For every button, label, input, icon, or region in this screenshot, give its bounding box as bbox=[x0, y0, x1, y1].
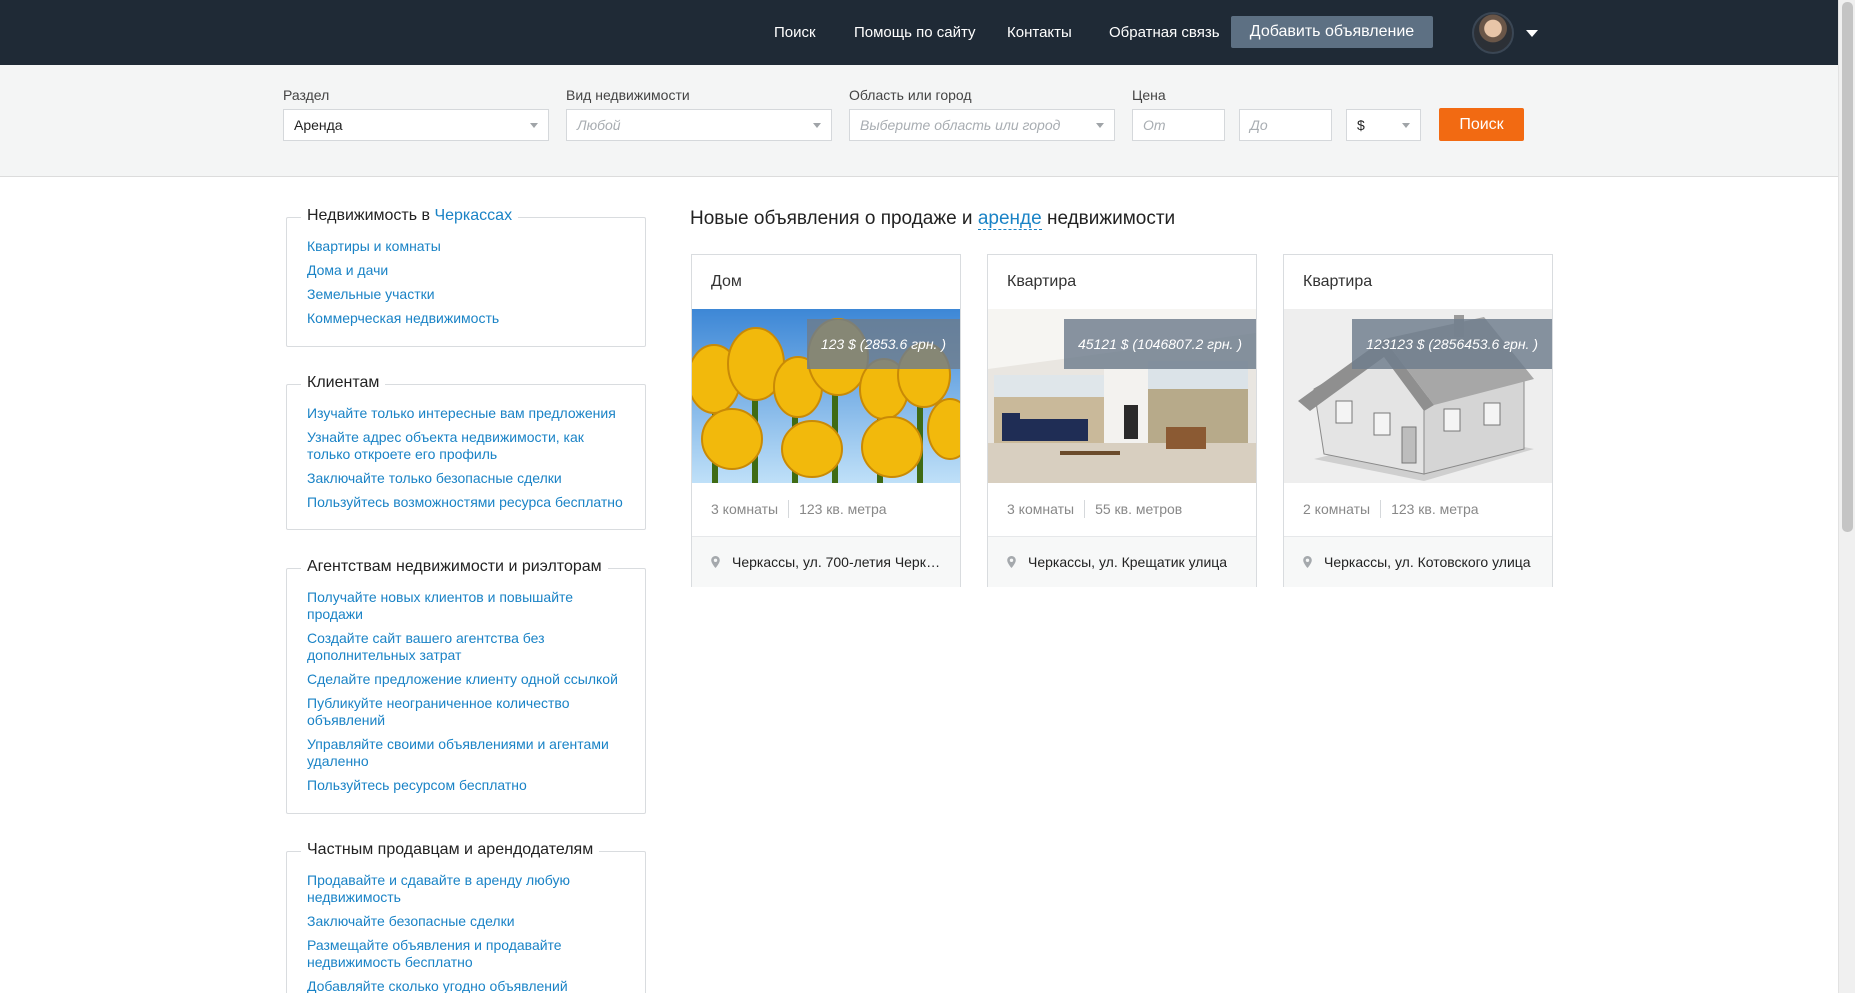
nav-link-help[interactable]: Помощь по сайту bbox=[854, 24, 976, 41]
region-select-placeholder: Выберите область или город bbox=[860, 117, 1061, 133]
location-pin-icon bbox=[1303, 556, 1312, 568]
sidebar-realty-box: Недвижимость в Черкассах Квартиры и комн… bbox=[286, 207, 646, 347]
sidebar-agencies-title: Агентствам недвижимости и риэлторам bbox=[301, 558, 608, 576]
scrollbar[interactable] bbox=[1838, 0, 1855, 993]
listing-area: 55 кв. метров bbox=[1095, 501, 1183, 517]
sidebar-item-agencies-4[interactable]: Публикуйте неограниченное количество объ… bbox=[307, 695, 625, 729]
listing-price: 123123 $ (2856453.6 грн. ) bbox=[1352, 319, 1552, 369]
chevron-down-icon bbox=[1096, 123, 1104, 128]
currency-select[interactable]: $ bbox=[1346, 109, 1421, 141]
listing-card[interactable]: Квартира 45121 $ (1046807.2 грн. ) 3 ком… bbox=[987, 254, 1257, 587]
sidebar-realty-title: Недвижимость в Черкассах bbox=[301, 207, 519, 225]
price-to-input[interactable]: До bbox=[1239, 109, 1332, 141]
location-pin-icon bbox=[1007, 556, 1016, 568]
currency-select-value: $ bbox=[1357, 117, 1365, 133]
listing-stats: 3 комнаты 55 кв. метров bbox=[1007, 500, 1182, 518]
section-label: Раздел bbox=[283, 87, 330, 103]
section-select[interactable]: Аренда bbox=[283, 109, 549, 141]
sidebar-item-agencies-3[interactable]: Сделайте предложение клиенту одной ссылк… bbox=[307, 671, 625, 688]
sidebar-item-private-2[interactable]: Заключайте безопасные сделки bbox=[307, 913, 625, 930]
sidebar-item-clients-1[interactable]: Изучайте только интересные вам предложен… bbox=[307, 405, 625, 422]
search-bar: Раздел Аренда Вид недвижимости Любой Обл… bbox=[0, 65, 1838, 177]
listing-address: Черкассы, ул. 700-летия Черкассы bbox=[732, 554, 942, 570]
listing-price: 123 $ (2853.6 грн. ) bbox=[806, 319, 960, 369]
sidebar-item-houses[interactable]: Дома и дачи bbox=[307, 262, 625, 279]
sidebar-private-title: Частным продавцам и арендодателям bbox=[301, 841, 600, 859]
sidebar-item-private-4[interactable]: Добавляйте сколько угодно объявлений bbox=[307, 978, 625, 993]
page-title-prefix: Новые объявления о продаже и bbox=[690, 208, 978, 229]
sidebar-item-private-3[interactable]: Размещайте объявления и продавайте недви… bbox=[307, 937, 625, 971]
listing-price: 45121 $ (1046807.2 грн. ) bbox=[1063, 319, 1256, 369]
add-listing-button[interactable]: Добавить объявление bbox=[1231, 16, 1433, 48]
nav-link-search[interactable]: Поиск bbox=[774, 24, 816, 41]
chevron-down-icon bbox=[530, 123, 538, 128]
listing-area: 123 кв. метра bbox=[799, 501, 887, 517]
sidebar-realty-title-prefix: Недвижимость в bbox=[307, 207, 435, 224]
sidebar-item-clients-3[interactable]: Заключайте только безопасные сделки bbox=[307, 470, 625, 487]
listing-address: Черкассы, ул. Крещатик улица bbox=[1028, 554, 1228, 570]
sidebar-item-apartments[interactable]: Квартиры и комнаты bbox=[307, 238, 625, 255]
chevron-down-icon bbox=[813, 123, 821, 128]
city-link[interactable]: Черкассах bbox=[434, 207, 512, 224]
divider bbox=[1084, 500, 1086, 518]
chevron-down-icon bbox=[1402, 123, 1410, 128]
sidebar-item-clients-4[interactable]: Пользуйтесь возможностями ресурса беспла… bbox=[307, 494, 625, 511]
type-label: Вид недвижимости bbox=[566, 87, 690, 103]
sidebar-item-clients-2[interactable]: Узнайте адрес объекта недвижимости, как … bbox=[307, 429, 625, 463]
sidebar-item-agencies-1[interactable]: Получайте новых клиентов и повышайте про… bbox=[307, 589, 625, 623]
listing-photo[interactable]: 45121 $ (1046807.2 грн. ) bbox=[988, 309, 1256, 483]
sidebar-item-agencies-5[interactable]: Управляйте своими объявлениями и агентам… bbox=[307, 736, 625, 770]
listing-address: Черкассы, ул. Котовского улица bbox=[1324, 554, 1531, 570]
top-navbar: Поиск Помощь по сайту Контакты Обратная … bbox=[0, 0, 1838, 65]
listing-stats: 2 комнаты 123 кв. метра bbox=[1303, 500, 1479, 518]
rent-link[interactable]: аренде bbox=[977, 208, 1042, 230]
price-from-input[interactable]: От bbox=[1132, 109, 1225, 141]
listing-title: Дом bbox=[711, 273, 742, 290]
sidebar-clients-box: Клиентам Изучайте только интересные вам … bbox=[286, 374, 646, 530]
divider bbox=[1380, 500, 1382, 518]
listing-rooms: 3 комнаты bbox=[711, 501, 779, 517]
listing-rooms: 3 комнаты bbox=[1007, 501, 1075, 517]
listing-photo[interactable]: 123 $ (2853.6 грн. ) bbox=[692, 309, 960, 483]
type-select[interactable]: Любой bbox=[566, 109, 832, 141]
chevron-down-icon[interactable] bbox=[1526, 30, 1538, 37]
nav-link-contacts[interactable]: Контакты bbox=[1007, 24, 1072, 41]
listing-stats: 3 комнаты 123 кв. метра bbox=[711, 500, 887, 518]
divider bbox=[788, 500, 790, 518]
listing-address-bar: Черкассы, ул. 700-летия Черкассы bbox=[692, 536, 960, 587]
sidebar-agencies-box: Агентствам недвижимости и риэлторам Полу… bbox=[286, 558, 646, 814]
search-button[interactable]: Поиск bbox=[1439, 108, 1524, 141]
listing-card[interactable]: Дом 123 $ (2853.6 грн. ) 3 комнаты 123 к… bbox=[691, 254, 961, 587]
listing-area: 123 кв. метра bbox=[1391, 501, 1479, 517]
listing-card[interactable]: Квартира 123123 $ (2856453.6 грн. ) 2 ко… bbox=[1283, 254, 1553, 587]
sidebar-item-land[interactable]: Земельные участки bbox=[307, 286, 625, 303]
page-title: Новые объявления о продаже и аренде недв… bbox=[690, 208, 1175, 230]
sidebar-item-private-1[interactable]: Продавайте и сдавайте в аренду любую нед… bbox=[307, 872, 625, 906]
listing-address-bar: Черкассы, ул. Котовского улица bbox=[1284, 536, 1552, 587]
sidebar-item-agencies-6[interactable]: Пользуйтесь ресурсом бесплатно bbox=[307, 777, 625, 794]
listing-title: Квартира bbox=[1007, 273, 1077, 290]
region-select[interactable]: Выберите область или город bbox=[849, 109, 1115, 141]
sidebar-item-agencies-2[interactable]: Создайте сайт вашего агентства без допол… bbox=[307, 630, 625, 664]
listing-title: Квартира bbox=[1303, 273, 1373, 290]
price-label: Цена bbox=[1132, 87, 1166, 103]
region-label: Область или город bbox=[849, 87, 972, 103]
listing-rooms: 2 комнаты bbox=[1303, 501, 1371, 517]
type-select-placeholder: Любой bbox=[577, 117, 621, 133]
sidebar-item-commercial[interactable]: Коммерческая недвижимость bbox=[307, 310, 625, 327]
nav-link-feedback[interactable]: Обратная связь bbox=[1109, 24, 1220, 41]
listing-photo[interactable]: 123123 $ (2856453.6 грн. ) bbox=[1284, 309, 1552, 483]
avatar[interactable] bbox=[1472, 12, 1514, 54]
sidebar-private-box: Частным продавцам и арендодателям Продав… bbox=[286, 841, 646, 993]
scrollbar-thumb[interactable] bbox=[1842, 2, 1853, 532]
listing-address-bar: Черкассы, ул. Крещатик улица bbox=[988, 536, 1256, 587]
section-select-value: Аренда bbox=[294, 117, 343, 133]
sidebar-clients-title: Клиентам bbox=[301, 374, 386, 392]
page-title-suffix: недвижимости bbox=[1041, 208, 1176, 229]
location-pin-icon bbox=[711, 556, 720, 568]
